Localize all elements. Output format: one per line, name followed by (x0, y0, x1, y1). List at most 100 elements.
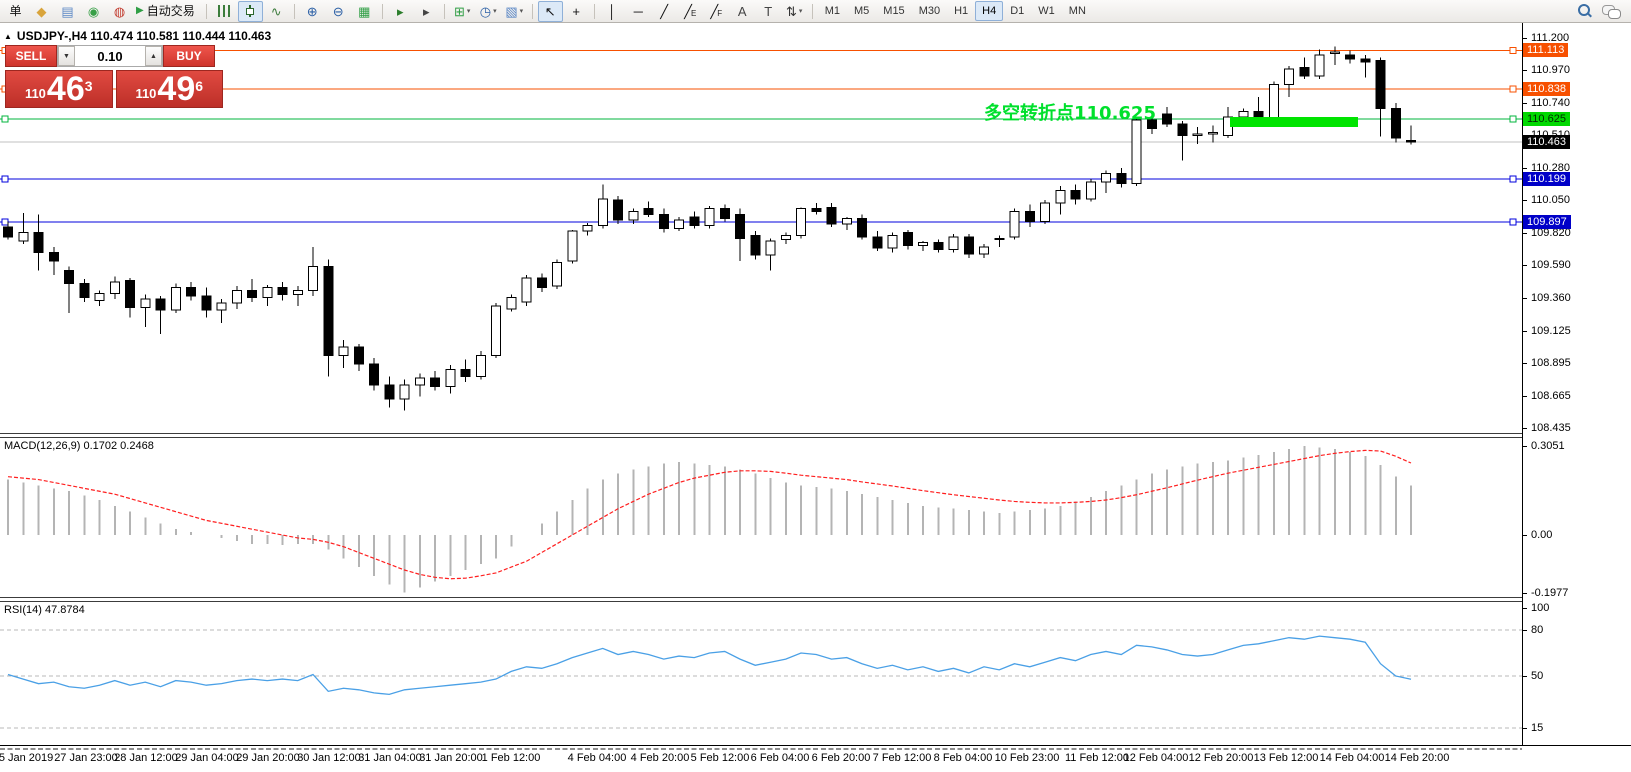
timeframe-m1[interactable]: M1 (818, 1, 847, 21)
templates-icon[interactable]: ▧▾ (502, 1, 527, 22)
time-axis-label: 30 Jan 12:00 (297, 752, 361, 764)
toolbar-separator (532, 4, 533, 19)
timeframe-h1[interactable]: H1 (947, 1, 975, 21)
time-axis-label: 4 Feb 04:00 (568, 752, 627, 764)
axis-tick: 109.360 (1523, 291, 1571, 305)
zoom-in-icon[interactable]: ⊕ (300, 1, 325, 22)
timeframe-m5[interactable]: M5 (847, 1, 876, 21)
toolbar-separator (812, 4, 813, 19)
buy-price-prefix: 110 (135, 86, 156, 101)
time-axis-label: 27 Jan 23:00 (54, 752, 118, 764)
rsi-indicator-label: RSI(14) 47.8784 (4, 604, 85, 616)
time-axis-label: 14 Feb 04:00 (1320, 752, 1385, 764)
periods-icon[interactable]: ◷▾ (476, 1, 501, 22)
axis-tick: 110.970 (1523, 63, 1570, 77)
buy-button[interactable]: BUY (163, 45, 215, 67)
zoom-out-icon[interactable]: ⊖ (326, 1, 351, 22)
candlestick-chart-icon[interactable] (238, 1, 263, 22)
timeframe-toolbar: M1M5M15M30H1H4D1W1MN (818, 1, 1093, 21)
time-axis-label: 29 Jan 04:00 (175, 752, 239, 764)
price-level-badge: 110.463 (1523, 135, 1570, 149)
time-axis-label: 1 Feb 12:00 (482, 752, 541, 764)
price-level-badge: 110.625 (1523, 112, 1570, 126)
rsi-panel-divider[interactable] (0, 597, 1631, 602)
toolbar-separator (444, 4, 445, 19)
toolbar-separator (294, 4, 295, 19)
sell-price-prefix: 110 (25, 86, 46, 101)
auto-scroll-icon[interactable]: ▸ (388, 1, 413, 22)
news-icon[interactable]: ◍ (107, 1, 132, 22)
vertical-line-icon[interactable]: │ (600, 1, 625, 22)
bar-chart-icon[interactable] (212, 1, 237, 22)
time-axis-label: 25 Jan 2019 (0, 752, 53, 764)
macd-panel-divider[interactable] (0, 433, 1631, 438)
timeframe-mn[interactable]: MN (1062, 1, 1093, 21)
search-icon[interactable] (1575, 2, 1593, 20)
one-click-trading-panel: SELL ▼ ▲ BUY 110463 110496 (5, 45, 223, 108)
sell-price-pip: 3 (85, 78, 93, 94)
line-chart-icon[interactable]: ∿ (264, 1, 289, 22)
sell-price-box[interactable]: 110463 (5, 70, 113, 108)
time-axis-label: 28 Jan 12:00 (114, 752, 178, 764)
fibonacci-icon[interactable]: ╱F (704, 1, 729, 22)
axis-tick: 0.00 (1523, 528, 1552, 542)
volume-decrease-button[interactable]: ▼ (58, 46, 75, 66)
horizontal-line-icon[interactable]: ─ (626, 1, 651, 22)
equidistant-channel-icon[interactable]: ╱E (678, 1, 703, 22)
time-axis-label: 5 Feb 12:00 (691, 752, 750, 764)
text-label-icon[interactable]: T (756, 1, 781, 22)
time-axis-label: 12 Feb 04:00 (1124, 752, 1189, 764)
auto-trading-button[interactable]: ▶自动交易 (133, 1, 201, 22)
time-axis-ticks (0, 748, 1522, 750)
axis-tick: 100 (1523, 601, 1549, 615)
arrows-tool-icon[interactable]: ⇅▾ (782, 1, 807, 22)
new-chart-icon[interactable]: ⊞▾ (450, 1, 475, 22)
axis-tick: 15 (1523, 721, 1543, 735)
axis-tick: 108.435 (1523, 421, 1571, 435)
text-icon[interactable]: A (730, 1, 755, 22)
gold-icon[interactable]: ◆ (29, 1, 54, 22)
trendline-icon[interactable]: ╱ (652, 1, 677, 22)
time-axis-label: 14 Feb 20:00 (1385, 752, 1450, 764)
timeframe-m15[interactable]: M15 (876, 1, 911, 21)
time-axis-label: 11 Feb 12:00 (1065, 752, 1129, 764)
toolbar-separator (382, 4, 383, 19)
time-axis-label: 7 Feb 12:00 (873, 752, 932, 764)
pivot-annotation-text: 多空转折点110.625 (984, 99, 1156, 125)
timeframe-w1[interactable]: W1 (1031, 1, 1062, 21)
timeframe-m30[interactable]: M30 (912, 1, 947, 21)
sell-price-big: 46 (47, 76, 85, 104)
chart-canvas[interactable] (0, 0, 1631, 772)
terminal-window-icon[interactable]: ▤ (55, 1, 80, 22)
time-axis-border (0, 745, 1631, 746)
axis-tick: 108.665 (1523, 389, 1571, 403)
volume-input[interactable] (75, 46, 145, 66)
time-axis-label: 31 Jan 20:00 (419, 752, 483, 764)
buy-price-big: 49 (157, 76, 195, 104)
time-axis-label: 29 Jan 20:00 (236, 752, 300, 764)
radar-signal-icon[interactable]: ◉ (81, 1, 106, 22)
tile-windows-icon[interactable]: ▦ (352, 1, 377, 22)
macd-indicator-label: MACD(12,26,9) 0.1702 0.2468 (4, 440, 154, 452)
time-axis-label: 12 Feb 20:00 (1189, 752, 1254, 764)
volume-increase-button[interactable]: ▲ (145, 46, 162, 66)
buy-price-box[interactable]: 110496 (116, 70, 224, 108)
toolbar-separator (206, 4, 207, 19)
crosshair-icon[interactable]: + (564, 1, 589, 22)
collapse-icon[interactable]: ▲ (4, 32, 12, 41)
axis-tick: 50 (1523, 669, 1543, 683)
price-axis[interactable]: 111.200110.970110.740110.510110.280110.0… (1522, 23, 1631, 745)
price-level-badge: 110.199 (1523, 172, 1570, 186)
volume-box: ▼ ▲ (57, 45, 163, 67)
axis-tick: 0.3051 (1523, 439, 1565, 453)
axis-tick: 109.125 (1523, 324, 1571, 338)
cursor-icon[interactable]: ↖ (538, 1, 563, 22)
chat-icon[interactable] (1600, 2, 1622, 20)
timeframe-d1[interactable]: D1 (1003, 1, 1031, 21)
sell-button[interactable]: SELL (5, 45, 57, 67)
price-level-badge: 110.838 (1523, 82, 1570, 96)
chart-shift-icon[interactable]: ▸ (414, 1, 439, 22)
time-axis-label: 13 Feb 12:00 (1254, 752, 1319, 764)
timeframe-h4[interactable]: H4 (975, 1, 1003, 21)
new-order-button[interactable]: 单 (3, 1, 28, 22)
